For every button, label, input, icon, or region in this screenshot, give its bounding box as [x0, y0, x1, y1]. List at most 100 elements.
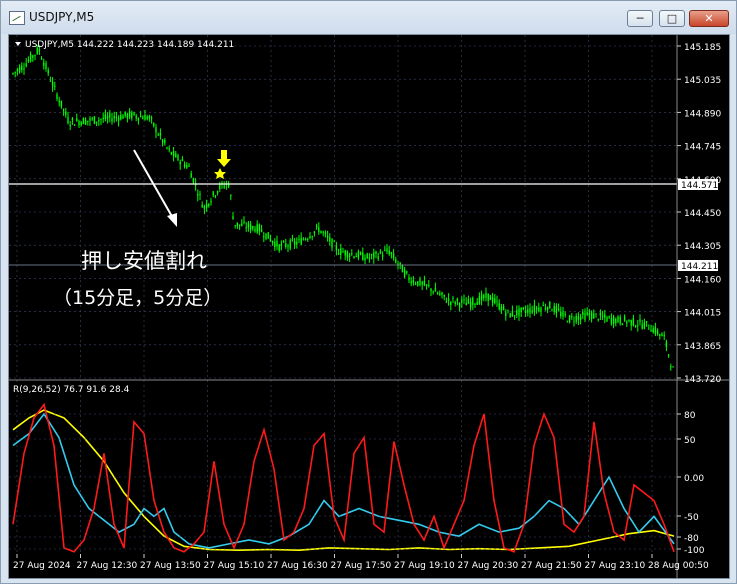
time-tick-label: 27 Aug 12:30 [77, 561, 138, 571]
candle-body [47, 69, 49, 74]
candle-body [615, 319, 617, 324]
candle-body [87, 120, 89, 122]
candle-body [634, 325, 637, 327]
candle-body [579, 316, 582, 321]
annotation-text-line1: 押し安値割れ [81, 249, 207, 273]
candle-body [432, 291, 434, 293]
candle-body [628, 319, 630, 321]
candle-body [252, 226, 254, 229]
candle-body [40, 58, 43, 60]
candle-body [412, 279, 415, 283]
candle-body [566, 321, 569, 323]
candle-body [278, 244, 280, 251]
candle-body [51, 81, 54, 87]
candle-body [183, 164, 186, 167]
annotation-text-line2: （15分足，5分足） [53, 287, 222, 309]
title-bar[interactable]: USDJPY,M5 ─ □ ✕ [1, 1, 736, 34]
candle-body [384, 250, 386, 252]
candle-body [340, 248, 342, 255]
candle-body [632, 318, 635, 326]
candle-body [643, 322, 646, 329]
candle-body [450, 301, 452, 306]
candle-body [205, 203, 208, 208]
candle-body [137, 117, 140, 121]
time-tick-label: 27 Aug 2024 [13, 561, 71, 571]
candle-body [214, 195, 217, 197]
candle-body [313, 231, 316, 234]
time-tick-label: 27 Aug 17:50 [331, 561, 392, 571]
rsi-slow-line [12, 409, 675, 552]
candle-body [423, 280, 426, 286]
candle-body [219, 184, 221, 189]
candle-body [502, 306, 505, 310]
candle-body [610, 318, 613, 324]
candle-body [489, 295, 492, 300]
candle-body [381, 255, 384, 257]
candle-body [670, 366, 672, 368]
candle-body [260, 229, 263, 232]
candle-body [69, 124, 71, 127]
candle-body [546, 307, 549, 311]
candle-body [280, 243, 283, 246]
candle-body [573, 320, 575, 322]
candle-body [307, 239, 309, 241]
candle-body [348, 255, 351, 257]
candle-body [331, 238, 333, 248]
candle-body [368, 257, 371, 259]
candle-body [144, 114, 146, 121]
time-tick-label: 28 Aug 00:50 [648, 561, 709, 571]
time-tick-label: 27 Aug 15:10 [204, 561, 265, 571]
candle-body [335, 245, 338, 251]
candle-body [586, 312, 588, 315]
candle-body [447, 298, 450, 301]
candle-body [18, 67, 21, 73]
candle-body [540, 307, 542, 312]
candle-body [300, 237, 302, 245]
candle-body [351, 253, 353, 255]
current-price-label: 144.211 [681, 262, 718, 272]
candle-body [612, 316, 615, 324]
candle-body [571, 316, 573, 318]
candle-body [43, 62, 45, 66]
candle-body [483, 295, 485, 298]
candle-body [667, 354, 670, 356]
candle-body [78, 121, 80, 126]
candle-body [564, 314, 566, 316]
candle-body [588, 313, 591, 316]
candle-body [157, 134, 159, 136]
candle-body [650, 329, 652, 332]
candle-body [113, 115, 115, 119]
candle-body [577, 316, 580, 320]
candle-body [161, 139, 164, 143]
candle-body [128, 111, 131, 117]
candle-body [390, 252, 393, 255]
candle-body [491, 297, 494, 303]
candle-body [494, 298, 496, 304]
chart-area[interactable]: 押し安値割れ （15分足，5分足） USDJPY,M5 144.222 144.… [8, 34, 730, 579]
annotation-arrow-line [133, 149, 175, 221]
maximize-button[interactable]: □ [659, 10, 685, 27]
candle-body [375, 251, 377, 254]
candle-body [469, 301, 472, 308]
time-tick-label: 27 Aug 21:50 [521, 561, 582, 571]
indicator-header: R(9,26,52) 76.7 91.6 28.4 [13, 385, 130, 395]
time-tick-label: 27 Aug 13:50 [140, 561, 201, 571]
candle-body [111, 118, 113, 122]
candle-body [659, 334, 661, 336]
candle-body [355, 255, 357, 258]
candle-body [60, 100, 63, 107]
close-button[interactable]: ✕ [689, 10, 729, 27]
candle-body [109, 113, 111, 118]
price-chart[interactable]: 押し安値割れ （15分足，5分足） USDJPY,M5 144.222 144.… [9, 35, 729, 578]
candle-body [186, 165, 188, 168]
candle-body [520, 307, 522, 313]
minimize-button[interactable]: ─ [627, 10, 653, 27]
candle-body [414, 283, 417, 285]
candle-body [617, 316, 619, 322]
candle-body [45, 63, 47, 69]
candle-body [557, 309, 560, 311]
candle-body [135, 116, 137, 119]
collapse-triangle-icon[interactable] [15, 42, 21, 46]
candle-body [485, 292, 487, 299]
candle-body [637, 325, 639, 327]
